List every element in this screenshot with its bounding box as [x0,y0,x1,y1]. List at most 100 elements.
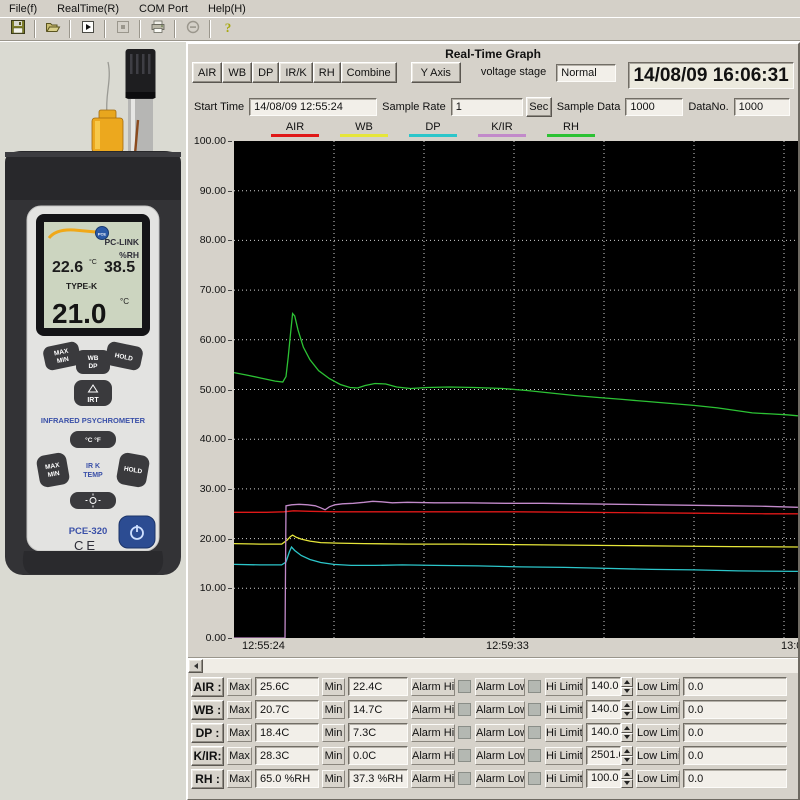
series-line-k-ir [234,501,798,638]
sampling-row: Start Time 14/08/09 12:55:24 Sample Rate… [192,95,794,119]
menu-item-file-f[interactable]: File(f) [6,2,40,16]
toolbar-separator [104,20,106,38]
stop-button[interactable] [109,18,136,39]
max-value-dp[interactable]: 18.4C [255,723,319,742]
spin-up-button[interactable] [621,723,633,733]
min-label: Min [322,770,345,788]
max-value-kir[interactable]: 28.3C [255,746,319,765]
stats-row-dp: DP :Max18.4CMin7.3CAlarm HiAlarm LowHi L… [191,722,798,743]
alarm-low-lamp-air [528,680,541,693]
spin-down-button[interactable] [621,710,633,720]
toolbar-separator [209,20,211,38]
max-value-rh[interactable]: 65.0 %RH [255,769,319,788]
menu-item-com-port[interactable]: COM Port [136,2,191,16]
y-tick-label: 80.00 [200,234,226,246]
menu-item-help-h[interactable]: Help(H) [205,2,249,16]
sec-button[interactable]: Sec [526,97,552,117]
y-axis-button[interactable]: Y Axis [411,62,461,83]
hi-limit-value-rh[interactable]: 100.0 [586,769,621,788]
low-limit-value-wb[interactable]: 0.0 [683,700,787,719]
alarm-low-label: Alarm Low [475,701,525,719]
help-button[interactable]: ? [214,18,241,39]
lcd-type-label: TYPE-K [66,281,98,291]
min-value-air[interactable]: 22.4C [348,677,408,696]
hi-limit-value-kir[interactable]: 2501.0 [586,746,621,765]
view-button-air[interactable]: AIR [192,62,222,83]
min-value-kir[interactable]: 0.0C [348,746,408,765]
spin-up-icon [624,749,630,753]
legend-color-bar [271,134,319,137]
max-value-air[interactable]: 25.6C [255,677,319,696]
row-button-kir[interactable]: K/IR: [191,746,224,766]
y-tick-label: 90.00 [200,185,226,197]
hi-limit-spinner-dp: 140.0 [586,723,633,742]
spinner-buttons [621,677,633,696]
realtime-graph-panel: Real-Time Graph AIRWBDPIR/KRHCombine Y A… [186,42,800,800]
alarm-hi-label: Alarm Hi [411,770,455,788]
hi-limit-label: Hi Limit [545,701,583,719]
clock-display: 14/08/09 16:06:31 [628,62,794,89]
data-no-field[interactable]: 1000 [734,98,790,116]
x-tick-label: 12:55:24 [242,640,285,652]
model-text: PCE-320 [69,526,108,537]
max-label: Max [227,678,252,696]
low-limit-value-rh[interactable]: 0.0 [683,769,787,788]
row-button-wb[interactable]: WB : [191,700,224,720]
start-time-field[interactable]: 14/08/09 12:55:24 [249,98,377,116]
controls-row: AIRWBDPIR/KRHCombine Y Axis voltage stag… [192,62,794,94]
spin-down-button[interactable] [621,687,633,697]
open-button[interactable] [39,18,66,39]
min-value-rh[interactable]: 37.3 %RH [348,769,408,788]
spinner-buttons [621,723,633,742]
y-tick-mark [228,340,232,341]
menu-item-realtime-r[interactable]: RealTime(R) [54,2,122,16]
svg-text:?: ? [224,20,231,35]
hi-limit-spinner-rh: 100.0 [586,769,633,788]
view-button-ir-k[interactable]: IR/K [279,62,312,83]
save-button[interactable] [4,18,31,39]
low-limit-value-air[interactable]: 0.0 [683,677,787,696]
row-button-dp[interactable]: DP : [191,723,224,743]
spin-down-button[interactable] [621,779,633,789]
view-button-combine[interactable]: Combine [341,62,397,83]
y-tick-label: 50.00 [200,384,226,396]
x-tick-label: 12:59:33 [486,640,529,652]
sample-data-field[interactable]: 1000 [625,98,683,116]
min-value-dp[interactable]: 7.3C [348,723,408,742]
plot-area [234,141,798,638]
row-button-air[interactable]: AIR : [191,677,224,697]
series-line-wb [234,535,798,547]
lcd-air-deg: °C [89,258,97,266]
hi-limit-value-dp[interactable]: 140.0 [586,723,621,742]
min-label: Min [322,678,345,696]
spin-up-button[interactable] [621,769,633,779]
disconnect-button[interactable] [179,18,206,39]
hi-limit-label: Hi Limit [545,724,583,742]
view-button-rh[interactable]: RH [313,62,341,83]
device-illustration: PCE PC-LINK %RH 22.6 °C 38.5 TYPE-K 21.0… [0,42,186,587]
play-button[interactable] [74,18,101,39]
y-tick-label: 20.00 [200,533,226,545]
view-button-wb[interactable]: WB [222,62,252,83]
view-button-dp[interactable]: DP [252,62,279,83]
max-value-wb[interactable]: 20.7C [255,700,319,719]
low-limit-value-kir[interactable]: 0.0 [683,746,787,765]
low-limit-value-dp[interactable]: 0.0 [683,723,787,742]
alarm-low-label: Alarm Low [475,678,525,696]
thermocouple-wire [107,62,110,114]
spin-down-button[interactable] [621,756,633,766]
hi-limit-value-wb[interactable]: 140.0 [586,700,621,719]
print-button[interactable] [144,18,171,39]
min-value-wb[interactable]: 14.7C [348,700,408,719]
legend-color-bar [478,134,526,137]
y-tick-mark [228,489,232,490]
row-button-rh[interactable]: RH : [191,769,224,789]
spin-up-button[interactable] [621,746,633,756]
spin-down-button[interactable] [621,733,633,743]
spin-up-button[interactable] [621,677,633,687]
horizontal-scrollbar[interactable] [188,657,798,673]
spin-up-button[interactable] [621,700,633,710]
scroll-left-button[interactable] [188,659,203,673]
hi-limit-value-air[interactable]: 140.0 [586,677,621,696]
sample-rate-field[interactable]: 1 [451,98,523,116]
